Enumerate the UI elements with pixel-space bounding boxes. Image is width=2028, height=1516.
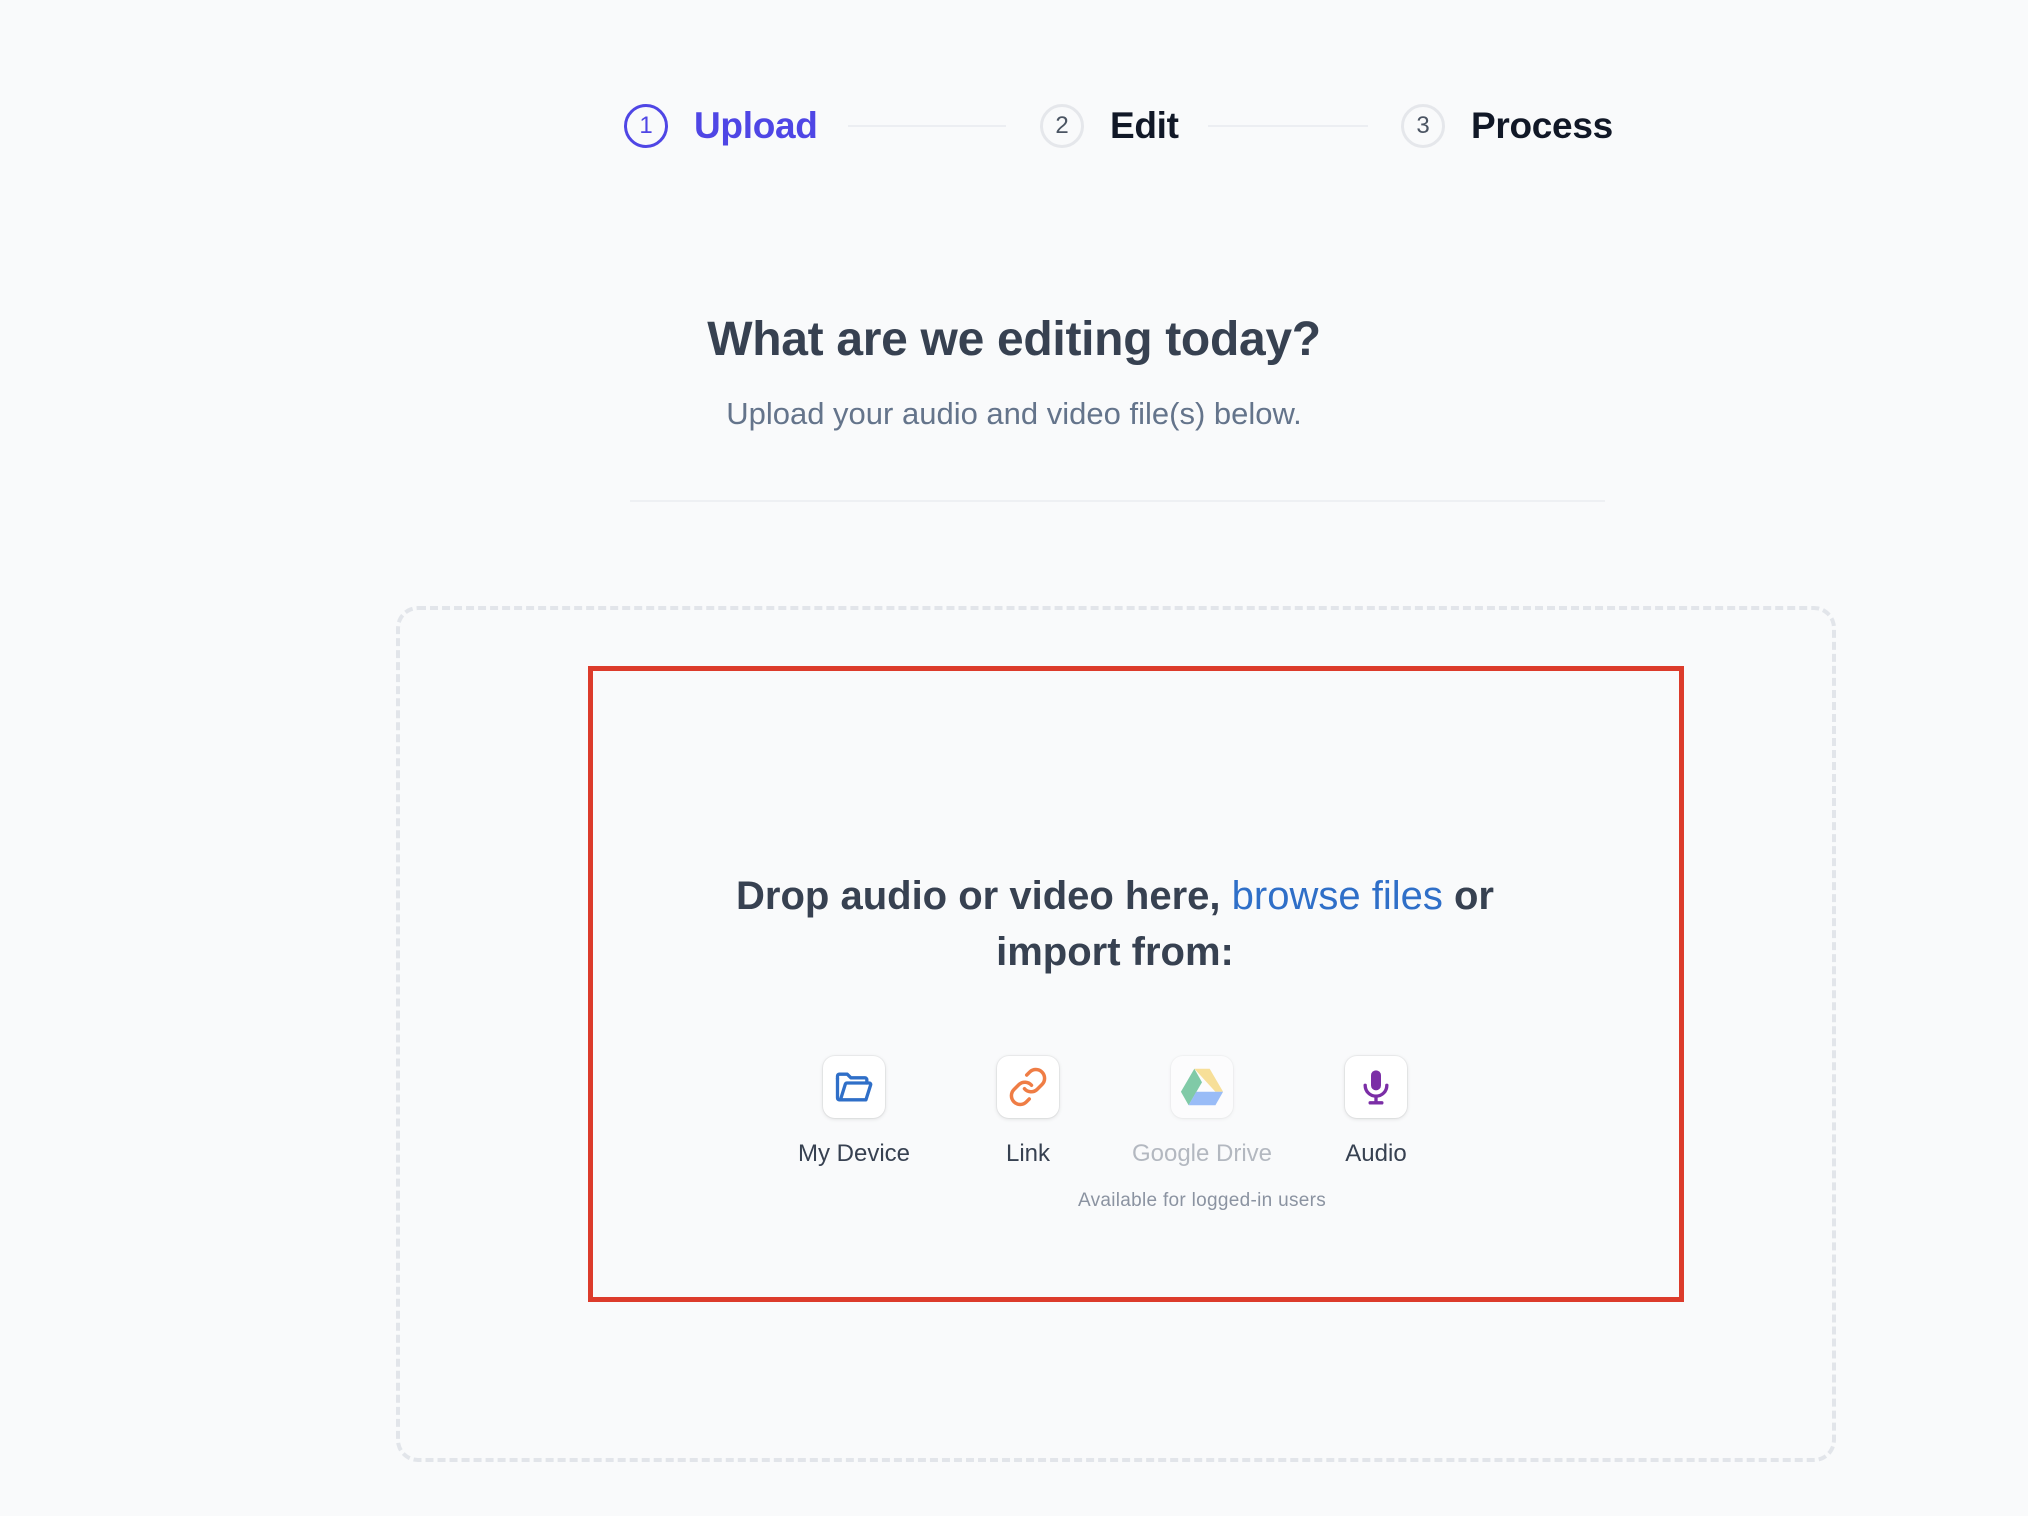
step-label: Edit — [1110, 105, 1179, 146]
step-connector — [1208, 125, 1368, 127]
source-label: Google Drive — [1131, 1140, 1273, 1167]
source-label: Audio — [1345, 1140, 1407, 1167]
folder-open-icon — [823, 1056, 885, 1118]
step-upload[interactable]: 1 Upload — [624, 100, 818, 152]
step-number: 3 — [1401, 104, 1445, 148]
microphone-icon — [1345, 1056, 1407, 1118]
step-connector — [848, 125, 1006, 127]
stepper: 1 Upload 2 Edit 3 Process — [0, 0, 2028, 260]
step-label: Upload — [694, 105, 818, 146]
page-subtitle: Upload your audio and video file(s) belo… — [726, 396, 1302, 431]
step-edit[interactable]: 2 Edit — [1040, 100, 1179, 152]
drop-prompt-start: Drop audio or video here, — [736, 874, 1232, 918]
browse-files-link[interactable]: browse files — [1232, 874, 1443, 918]
login-note: Available for logged-in users — [1077, 1190, 1327, 1211]
step-process[interactable]: 3 Process — [1401, 100, 1613, 152]
divider — [630, 500, 1605, 502]
link-icon — [997, 1056, 1059, 1118]
source-my-device-button[interactable]: My Device — [764, 1056, 944, 1168]
google-drive-icon — [1171, 1056, 1233, 1118]
source-link-button[interactable]: Link — [938, 1056, 1118, 1168]
source-audio-button[interactable]: Audio — [1286, 1056, 1466, 1168]
source-label: Link — [1005, 1140, 1051, 1167]
drop-prompt: Drop audio or video here, browse files o… — [700, 868, 1530, 980]
page-title: What are we editing today? — [707, 313, 1321, 366]
step-label: Process — [1471, 105, 1613, 146]
step-number: 1 — [624, 104, 668, 148]
source-label: My Device — [797, 1140, 911, 1167]
step-number: 2 — [1040, 104, 1084, 148]
source-google-drive-button[interactable]: Google Drive — [1112, 1056, 1292, 1168]
